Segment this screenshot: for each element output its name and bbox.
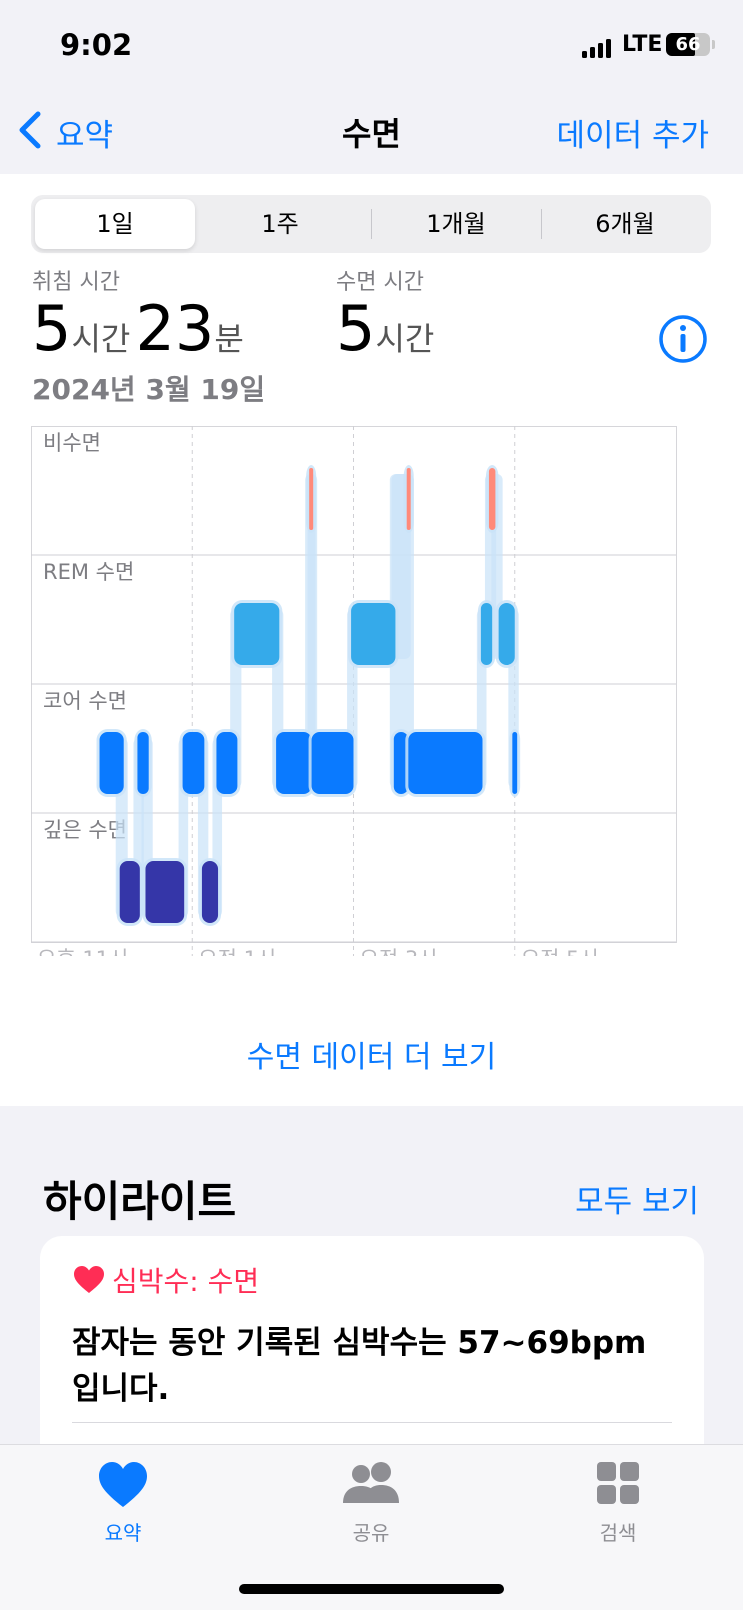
segment-1day[interactable]: 1일 [35,199,195,249]
sleep-segment [408,732,483,794]
tab-sharing-label: 공유 [352,1521,390,1545]
x-tick-label: 오전 5시 [521,947,599,956]
sleep-segment [480,603,493,665]
sleep-card: 1일 1주 1개월 6개월 취침 시간 5시간 23분 수면 시간 5시간 20… [0,174,743,1106]
sleep-segment [406,468,411,530]
stage-label: 비수면 [43,431,101,455]
highlight-divider [72,1422,672,1423]
heart-icon [99,1462,147,1507]
people-icon [343,1462,399,1503]
segment-divider [371,209,372,239]
battery-cap [712,40,715,49]
segment-1month[interactable]: 1개월 [373,199,539,249]
status-bar: 9:02 LTE 66 [0,0,743,90]
highlights-title: 하이라이트 [43,1177,237,1226]
bed-hours-unit: 시간 [71,320,131,358]
battery-icon: 66 [666,33,710,56]
sleep-stages-chart[interactable]: 비수면 REM 수면코어 수면깊은 수면오후 11시 오전 1시 오전 3시 오전 5시 [31,426,694,956]
add-data-button[interactable]: 데이터 추가 [557,110,709,155]
bed-time-value: 5시간 23분 [32,292,244,365]
stage-label: 깊은 수면 [43,818,127,842]
tab-browse-label: 검색 [599,1521,637,1545]
info-icon[interactable] [658,314,708,364]
sleep-segment [498,603,515,665]
bed-hours: 5 [32,292,72,365]
sleep-segment [216,732,238,794]
segment-divider [541,209,542,239]
sleep-segment [119,861,140,923]
sleep-segment [201,861,219,923]
heart-icon [74,1266,104,1293]
sleep-segment [145,861,185,923]
tab-summary[interactable]: 요약 [53,1459,193,1546]
signal-icon [582,38,612,58]
sleep-hours-unit: 시간 [375,320,435,358]
battery-level: 66 [675,34,701,55]
highlight-category: 심박수: 수면 [112,1265,260,1298]
sleep-segment [99,732,124,794]
tab-sharing[interactable]: 공유 [301,1459,441,1546]
sleep-date: 2024년 3월 19일 [32,373,266,406]
x-tick-label: 오후 11시 [37,947,128,956]
nav-bar: 요약 수면 데이터 추가 [0,92,743,174]
see-all-link[interactable]: 모두 보기 [575,1176,699,1221]
sleep-segment [234,603,280,665]
sleep-segment [351,603,396,665]
home-indicator [239,1584,504,1594]
network-label: LTE [622,32,663,57]
tab-browse[interactable]: 검색 [548,1459,688,1546]
x-tick-label: 오전 3시 [360,947,438,956]
sleep-segment [488,468,496,530]
status-time: 9:02 [60,28,133,62]
highlight-text: 잠자는 동안 기록된 심박수는 57~69bpm입니다. [72,1325,647,1407]
period-segmented-control: 1일 1주 1개월 6개월 [31,195,711,253]
more-sleep-data-link[interactable]: 수면 데이터 더 보기 [0,1032,743,1076]
sleep-segment [309,468,314,530]
sleep-segment [182,732,205,794]
sleep-hours: 5 [336,292,376,365]
grid-icon [597,1462,639,1504]
tab-summary-label: 요약 [104,1521,142,1545]
sleep-segment [276,732,312,794]
sleep-segment [512,732,518,794]
sleep-segment [311,732,354,794]
x-tick-label: 오전 1시 [198,947,276,956]
segment-1week[interactable]: 1주 [197,199,363,249]
sleep-time-value: 5시간 [336,292,434,365]
segment-6months[interactable]: 6개월 [543,199,707,249]
bed-minutes: 23 [135,292,215,365]
sleep-segment [137,732,149,794]
stage-label: 코어 수면 [43,689,127,713]
bed-minutes-unit: 분 [214,320,244,358]
stage-label: REM 수면 [43,560,134,584]
